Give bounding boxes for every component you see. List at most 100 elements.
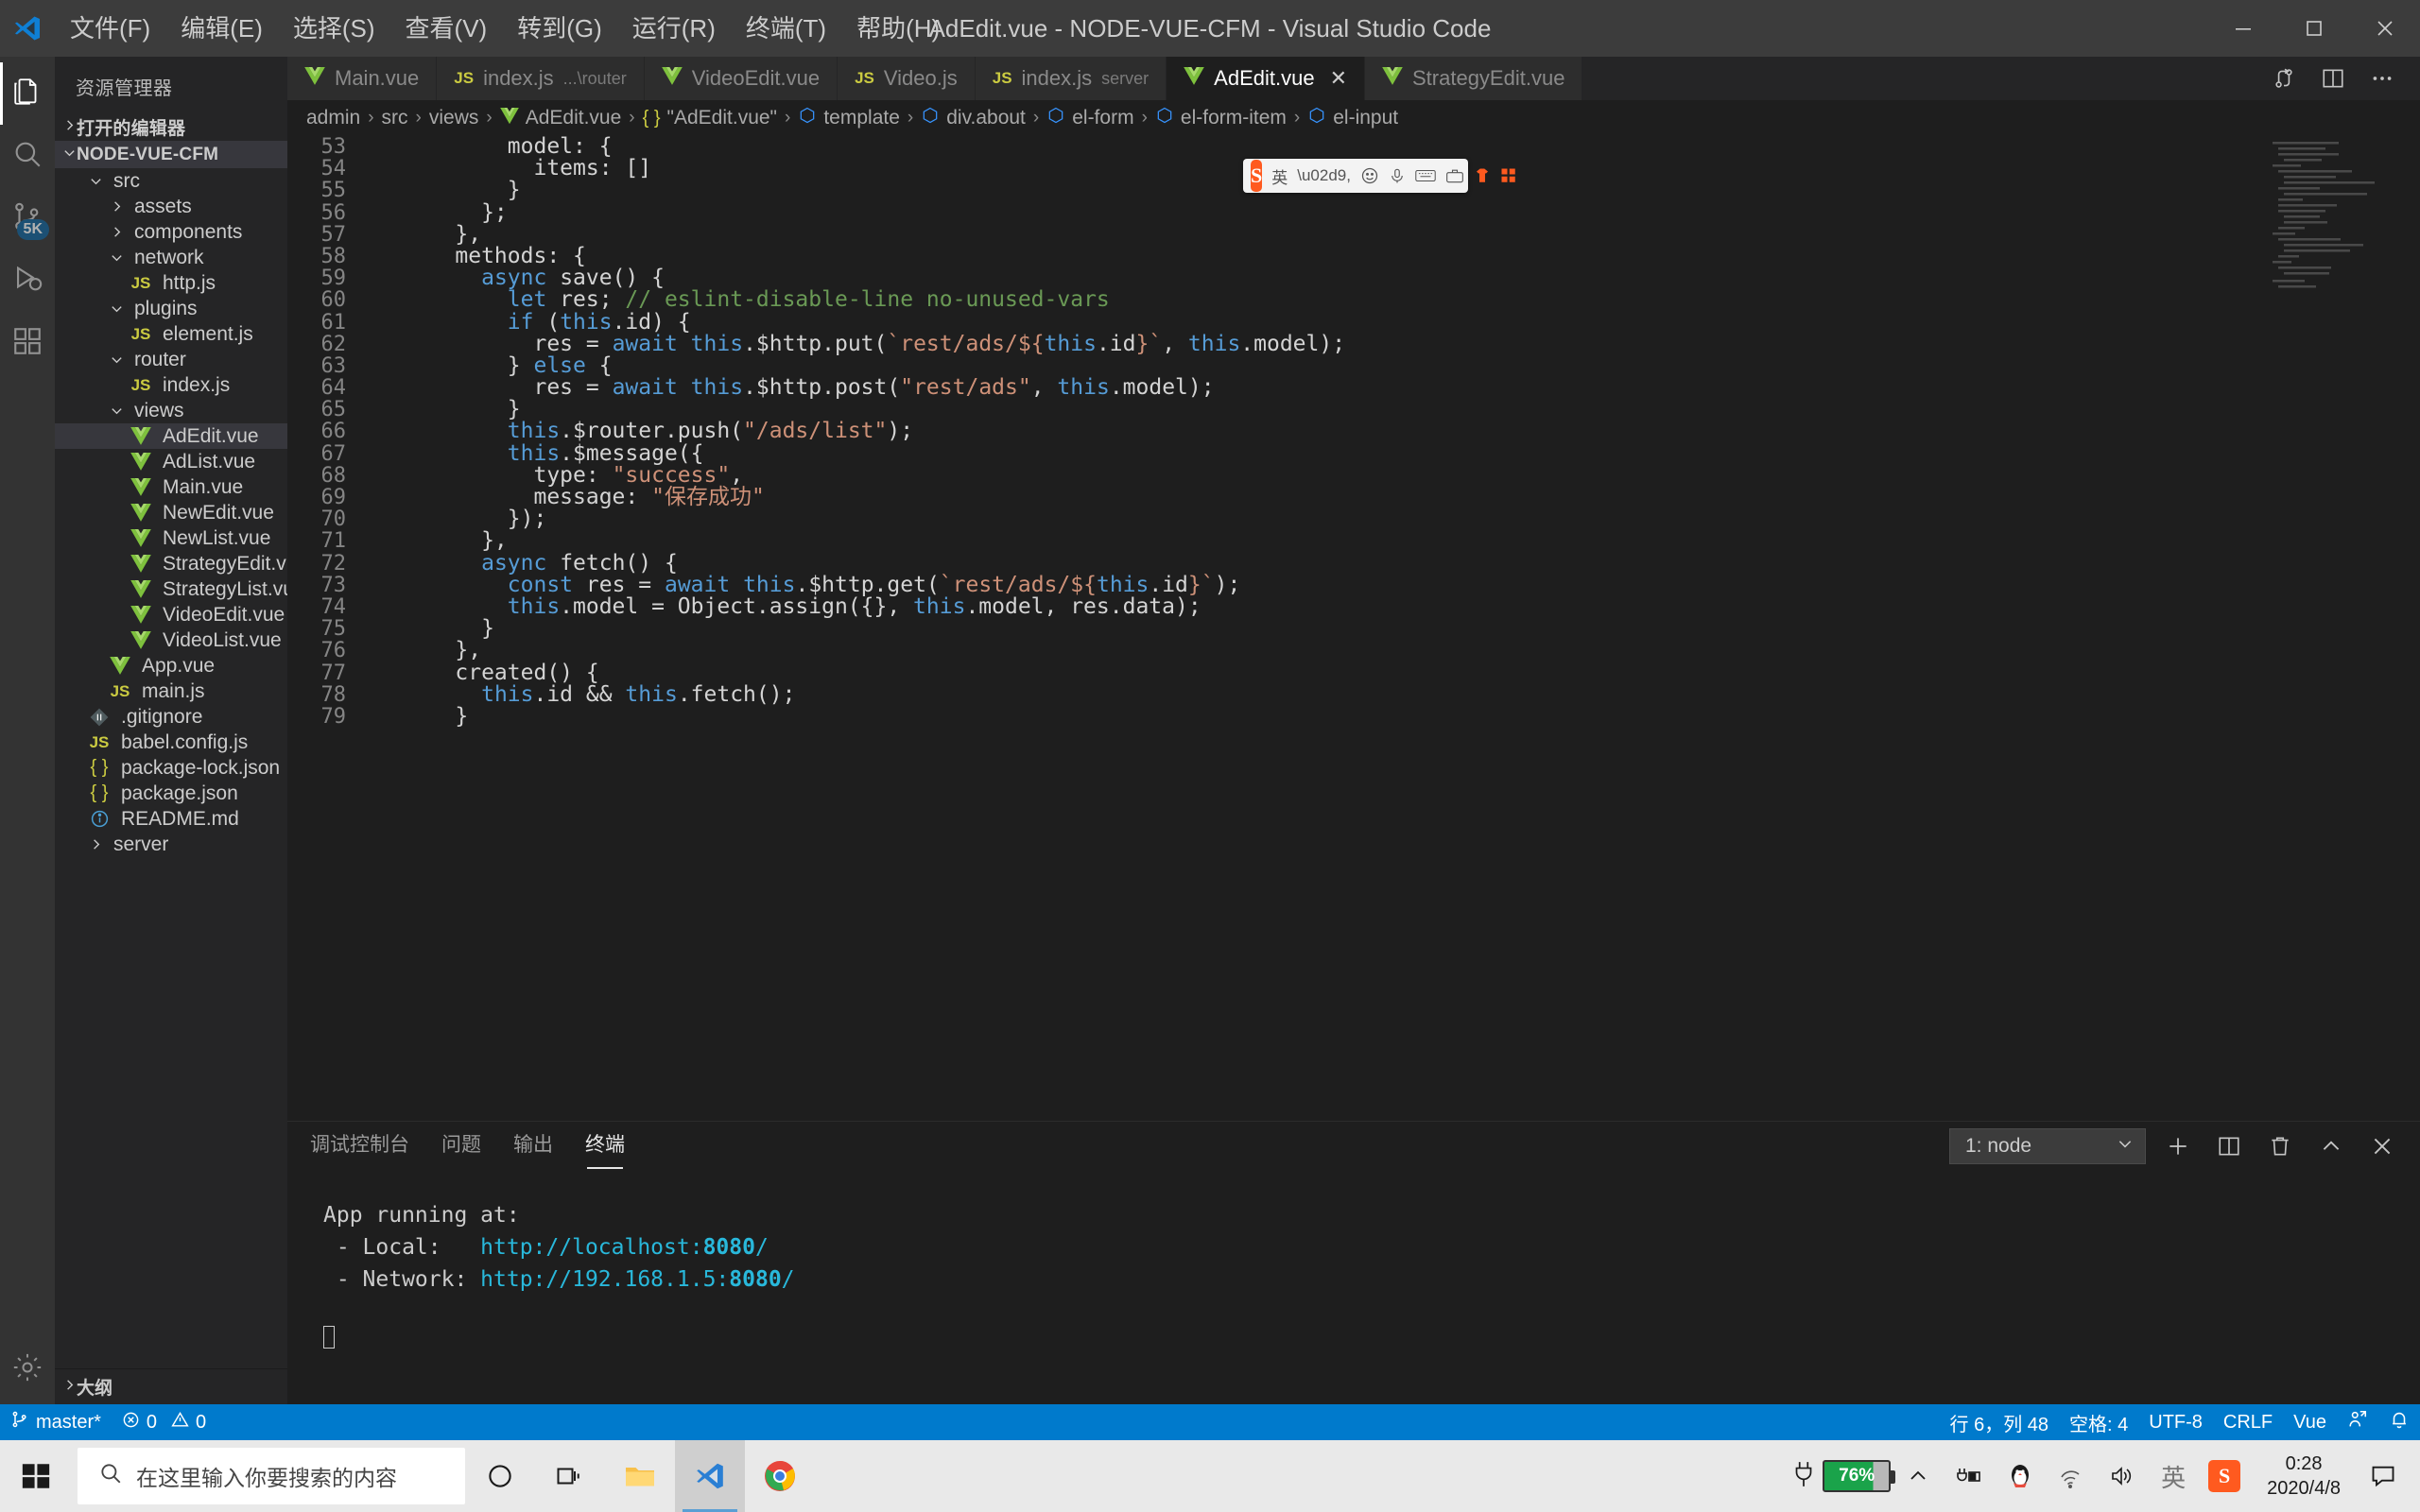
code-line[interactable]: 67 this.$message({ <box>287 442 2420 465</box>
ime-menu-icon[interactable] <box>1500 167 1517 184</box>
terminal-segment[interactable]: 8080 <box>729 1267 781 1292</box>
menu-file[interactable]: 文件(F) <box>55 0 165 57</box>
panel-tab-problems[interactable]: 问题 <box>441 1129 481 1163</box>
tree-item-http-js[interactable]: JS http.js <box>55 270 287 296</box>
action-center-button[interactable] <box>2360 1440 2407 1512</box>
terminal-output[interactable]: App running at: - Local: http://localhos… <box>287 1171 2420 1404</box>
tree-item-package-json[interactable]: { } package.json <box>55 781 287 806</box>
code-line[interactable]: 75 } <box>287 618 2420 641</box>
status-cursor-position[interactable]: 行 6，列 48 <box>1940 1404 2059 1440</box>
code-line[interactable]: 59 async save() { <box>287 267 2420 290</box>
code-line[interactable]: 53 model: { <box>287 136 2420 158</box>
panel-tab-output[interactable]: 输出 <box>513 1129 553 1163</box>
network-icon[interactable] <box>2048 1440 2095 1512</box>
code-line[interactable]: 65 } <box>287 399 2420 421</box>
code-line[interactable]: 79 } <box>287 705 2420 728</box>
tree-item-element-js[interactable]: JS element.js <box>55 321 287 347</box>
tree-item-network[interactable]: network <box>55 245 287 270</box>
code-line[interactable]: 71 }, <box>287 530 2420 553</box>
close-panel-button[interactable] <box>2363 1127 2401 1165</box>
tree-item-newedit-vue[interactable]: NewEdit.vue <box>55 500 287 525</box>
editor-tab-videoedit-vue[interactable]: VideoEdit.vue <box>644 57 838 100</box>
explorer-tree[interactable]: 打开的编辑器 NODE-VUE-CFM src assets components n… <box>55 113 287 1368</box>
activity-search[interactable] <box>0 125 55 187</box>
taskbar-clock[interactable]: 0:28 2020/4/8 <box>2252 1452 2356 1501</box>
activity-explorer[interactable] <box>0 62 55 125</box>
charging-icon[interactable] <box>1945 1440 1993 1512</box>
breadcrumb-item[interactable]: el-form-item <box>1155 106 1287 130</box>
status-live-share[interactable] <box>2337 1404 2378 1440</box>
code-line[interactable]: 77 created() { <box>287 662 2420 684</box>
code-line[interactable]: 57 }, <box>287 223 2420 246</box>
code-line[interactable]: 66 this.$router.push("/ads/list"); <box>287 421 2420 443</box>
menu-go[interactable]: 转到(G) <box>502 0 617 57</box>
tree-item-plugins[interactable]: plugins <box>55 296 287 321</box>
tree-item-src[interactable]: src <box>55 168 287 194</box>
breadcrumb[interactable]: admin › src › views › AdEdit.vue › { } "AdEdit.vu… <box>287 100 2420 136</box>
tree-item-readme-md[interactable]: README.md <box>55 806 287 832</box>
code-editor[interactable]: 53 model: {54 items: [] 55 } 56 }; 57 }, 58 … <box>287 136 2420 1121</box>
terminal-select[interactable]: 1: node <box>1949 1128 2146 1164</box>
menu-terminal[interactable]: 终端(T) <box>731 0 841 57</box>
terminal-segment[interactable]: http://192.168.1.5: <box>480 1267 729 1292</box>
activity-extensions[interactable] <box>0 312 55 374</box>
ime-toolbox-icon[interactable] <box>1445 167 1464 184</box>
ime-punctuation-icon[interactable]: \u02d9, <box>1297 166 1351 185</box>
split-editor-icon[interactable] <box>2310 57 2356 100</box>
tree-item-adedit-vue[interactable]: AdEdit.vue <box>55 423 287 449</box>
show-hidden-icons-button[interactable] <box>1894 1440 1942 1512</box>
tree-item-babel-config-js[interactable]: JS babel.config.js <box>55 730 287 755</box>
breadcrumb-item[interactable]: AdEdit.vue <box>499 107 621 129</box>
tree-item-views[interactable]: views <box>55 398 287 423</box>
tree-item-newlist-vue[interactable]: NewList.vue <box>55 525 287 551</box>
status-branch[interactable]: master* <box>0 1404 112 1440</box>
activity-source-control[interactable]: 5K <box>0 187 55 249</box>
menu-edit[interactable]: 编辑(E) <box>165 0 278 57</box>
terminal-segment[interactable]: / <box>755 1235 769 1260</box>
tree-item-videolist-vue[interactable]: VideoList.vue <box>55 627 287 653</box>
code-line[interactable]: 70 }); <box>287 508 2420 531</box>
breadcrumb-item[interactable]: el-input <box>1307 106 1398 130</box>
code-line[interactable]: 60 let res; // eslint-disable-line no-un… <box>287 289 2420 312</box>
editor-tab-adedit-vue[interactable]: AdEdit.vue ✕ <box>1167 57 1365 100</box>
panel-tab-terminal[interactable]: 终端 <box>585 1129 625 1169</box>
breadcrumb-item[interactable]: { } "AdEdit.vue" <box>643 107 777 129</box>
section-outline[interactable]: 大纲 <box>55 1368 287 1404</box>
volume-icon[interactable] <box>2099 1440 2146 1512</box>
status-language-mode[interactable]: Vue <box>2283 1404 2337 1440</box>
tree-item-assets[interactable]: assets <box>55 194 287 219</box>
code-line[interactable]: 74 this.model = Object.assign({}, this.m… <box>287 595 2420 618</box>
ime-skin-icon[interactable] <box>1474 167 1491 184</box>
editor-tab-index-js[interactable]: JS index.js ...\router <box>437 57 645 100</box>
code-line[interactable]: 62 res = await this.$http.put(`rest/ads/… <box>287 333 2420 355</box>
tree-item-main-js[interactable]: JS main.js <box>55 679 287 704</box>
terminal-segment[interactable]: / <box>782 1267 795 1292</box>
tree-item-package-lock-json[interactable]: { } package-lock.json <box>55 755 287 781</box>
activity-settings[interactable] <box>0 1342 55 1404</box>
taskbar-chrome[interactable] <box>745 1440 815 1512</box>
code-line[interactable]: 56 }; <box>287 201 2420 224</box>
tree-item-videoedit-vue[interactable]: VideoEdit.vue <box>55 602 287 627</box>
tree-item-strategyedit-vue[interactable]: StrategyEdit.vue <box>55 551 287 576</box>
panel-tab-debug-console[interactable]: 调试控制台 <box>310 1129 409 1163</box>
editor-tab-index-js[interactable]: JS index.js server <box>975 57 1167 100</box>
taskbar-file-explorer[interactable] <box>605 1440 675 1512</box>
task-view-button[interactable] <box>535 1440 605 1512</box>
cortana-button[interactable] <box>465 1440 535 1512</box>
ime-emoji-icon[interactable] <box>1360 166 1379 185</box>
breadcrumb-item[interactable]: div.about <box>921 106 1026 130</box>
code-line[interactable]: 64 res = await this.$http.post("rest/ads… <box>287 376 2420 399</box>
maximize-button[interactable] <box>2278 0 2349 57</box>
ime-voice-icon[interactable] <box>1389 167 1406 184</box>
tree-item-components[interactable]: components <box>55 219 287 245</box>
minimize-button[interactable] <box>2207 0 2278 57</box>
breadcrumb-item[interactable]: src <box>382 107 408 129</box>
breadcrumb-item[interactable]: template <box>798 106 900 130</box>
taskbar-search[interactable]: 在这里输入你要搜索的内容 <box>78 1448 465 1504</box>
new-terminal-button[interactable] <box>2159 1127 2197 1165</box>
breadcrumb-item[interactable]: el-form <box>1046 106 1134 130</box>
breadcrumb-item[interactable]: admin <box>306 107 360 129</box>
tree-item-adlist-vue[interactable]: AdList.vue <box>55 449 287 474</box>
menu-selection[interactable]: 选择(S) <box>278 0 390 57</box>
ime-mode-indicator[interactable]: 英 <box>2150 1440 2197 1512</box>
